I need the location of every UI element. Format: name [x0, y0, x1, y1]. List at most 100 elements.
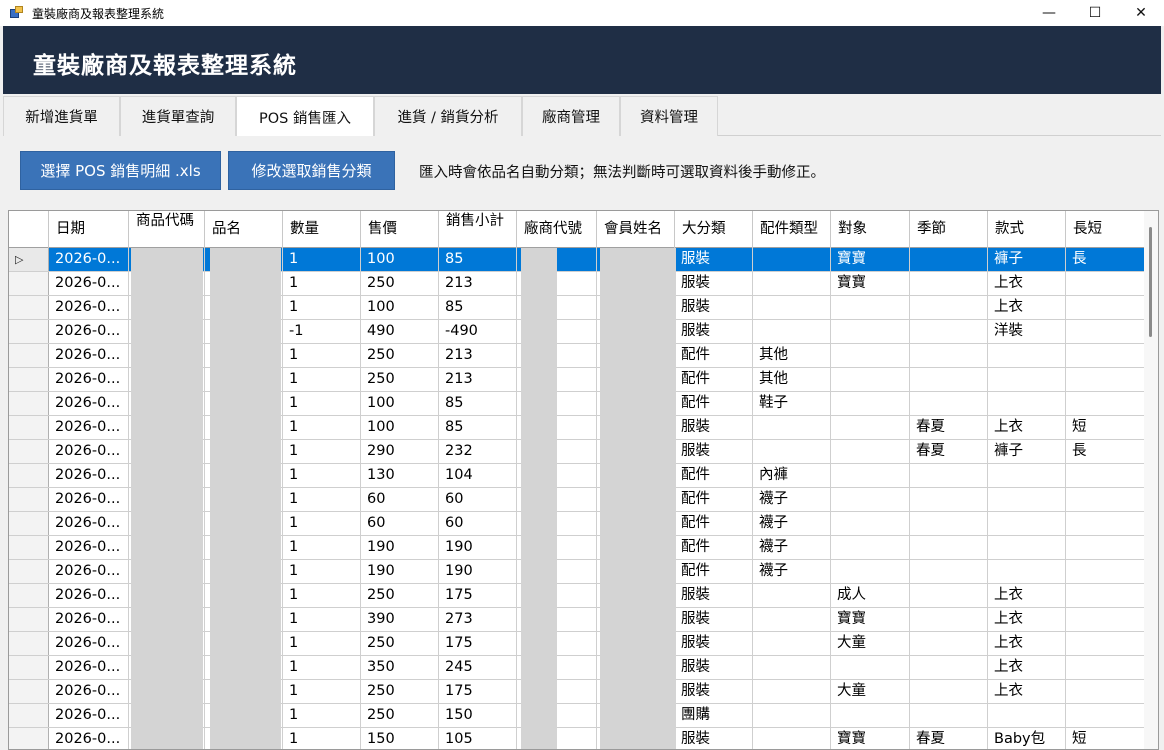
- column-header-price[interactable]: 售價: [361, 211, 439, 248]
- cell-price[interactable]: 250: [361, 272, 439, 295]
- cell-accessory-type[interactable]: 襪子: [753, 536, 831, 559]
- cell-length[interactable]: [1066, 680, 1145, 703]
- cell-date[interactable]: 2026-0...: [49, 536, 129, 559]
- cell-season[interactable]: [910, 584, 988, 607]
- vertical-scrollbar[interactable]: [1144, 211, 1158, 749]
- cell-main-category[interactable]: 配件: [675, 560, 753, 583]
- cell-main-category[interactable]: 服裝: [675, 416, 753, 439]
- row-header[interactable]: [9, 344, 49, 367]
- cell-main-category[interactable]: 服裝: [675, 632, 753, 655]
- cell-date[interactable]: 2026-0...: [49, 464, 129, 487]
- row-header[interactable]: [9, 320, 49, 343]
- cell-target[interactable]: [831, 536, 910, 559]
- cell-quantity[interactable]: 1: [283, 608, 361, 631]
- cell-price[interactable]: 130: [361, 464, 439, 487]
- cell-target[interactable]: [831, 464, 910, 487]
- cell-accessory-type[interactable]: 襪子: [753, 512, 831, 535]
- cell-length[interactable]: [1066, 584, 1145, 607]
- cell-style[interactable]: 上衣: [988, 680, 1066, 703]
- cell-main-category[interactable]: 服裝: [675, 296, 753, 319]
- cell-quantity[interactable]: 1: [283, 536, 361, 559]
- cell-style[interactable]: 褲子: [988, 440, 1066, 463]
- cell-style[interactable]: [988, 344, 1066, 367]
- cell-target[interactable]: [831, 488, 910, 511]
- row-header[interactable]: [9, 464, 49, 487]
- cell-quantity[interactable]: 1: [283, 512, 361, 535]
- cell-target[interactable]: 寶寶: [831, 248, 910, 271]
- cell-date[interactable]: 2026-0...: [49, 656, 129, 679]
- cell-price[interactable]: 100: [361, 416, 439, 439]
- cell-target[interactable]: [831, 344, 910, 367]
- cell-main-category[interactable]: 配件: [675, 464, 753, 487]
- cell-date[interactable]: 2026-0...: [49, 272, 129, 295]
- cell-price[interactable]: 190: [361, 560, 439, 583]
- cell-main-category[interactable]: 配件: [675, 344, 753, 367]
- cell-quantity[interactable]: 1: [283, 656, 361, 679]
- cell-subtotal[interactable]: -490: [439, 320, 517, 343]
- cell-quantity[interactable]: 1: [283, 296, 361, 319]
- cell-subtotal[interactable]: 273: [439, 608, 517, 631]
- tab-new-purchase-order[interactable]: 新增進貨單: [3, 96, 120, 136]
- cell-main-category[interactable]: 配件: [675, 368, 753, 391]
- cell-date[interactable]: 2026-0...: [49, 320, 129, 343]
- cell-subtotal[interactable]: 190: [439, 536, 517, 559]
- cell-season[interactable]: [910, 320, 988, 343]
- cell-target[interactable]: [831, 440, 910, 463]
- cell-subtotal[interactable]: 85: [439, 392, 517, 415]
- cell-target[interactable]: 成人: [831, 584, 910, 607]
- cell-accessory-type[interactable]: [753, 680, 831, 703]
- cell-target[interactable]: [831, 704, 910, 727]
- cell-price[interactable]: 250: [361, 680, 439, 703]
- cell-season[interactable]: [910, 608, 988, 631]
- cell-quantity[interactable]: 1: [283, 272, 361, 295]
- cell-accessory-type[interactable]: 其他: [753, 344, 831, 367]
- tab-vendor-management[interactable]: 廠商管理: [522, 96, 620, 136]
- cell-accessory-type[interactable]: [753, 704, 831, 727]
- cell-main-category[interactable]: 服裝: [675, 680, 753, 703]
- cell-season[interactable]: [910, 488, 988, 511]
- cell-length[interactable]: [1066, 392, 1145, 415]
- cell-length[interactable]: 短: [1066, 416, 1145, 439]
- cell-style[interactable]: 上衣: [988, 656, 1066, 679]
- cell-price[interactable]: 100: [361, 392, 439, 415]
- cell-length[interactable]: [1066, 296, 1145, 319]
- cell-season[interactable]: [910, 512, 988, 535]
- cell-season[interactable]: [910, 248, 988, 271]
- column-header-style[interactable]: 款式: [988, 211, 1066, 248]
- cell-subtotal[interactable]: 213: [439, 368, 517, 391]
- cell-season[interactable]: [910, 272, 988, 295]
- cell-accessory-type[interactable]: 襪子: [753, 560, 831, 583]
- cell-length[interactable]: 長: [1066, 440, 1145, 463]
- row-header[interactable]: [9, 560, 49, 583]
- sales-data-grid[interactable]: 日期 商品代碼 品名 數量 售價 銷售小計 廠商代號 會員姓名 大分類 配件類型 對象 季節 款式 長短 …: [8, 210, 1159, 750]
- cell-season[interactable]: [910, 704, 988, 727]
- cell-quantity[interactable]: 1: [283, 248, 361, 271]
- cell-length[interactable]: [1066, 368, 1145, 391]
- cell-main-category[interactable]: 服裝: [675, 248, 753, 271]
- cell-accessory-type[interactable]: [753, 248, 831, 271]
- column-header-accessory-type[interactable]: 配件類型: [753, 211, 831, 248]
- cell-style[interactable]: 上衣: [988, 632, 1066, 655]
- cell-accessory-type[interactable]: [753, 296, 831, 319]
- cell-season[interactable]: [910, 296, 988, 319]
- cell-date[interactable]: 2026-0...: [49, 584, 129, 607]
- cell-subtotal[interactable]: 190: [439, 560, 517, 583]
- cell-price[interactable]: 250: [361, 368, 439, 391]
- cell-main-category[interactable]: 服裝: [675, 728, 753, 749]
- cell-quantity[interactable]: 1: [283, 392, 361, 415]
- cell-accessory-type[interactable]: [753, 632, 831, 655]
- cell-accessory-type[interactable]: [753, 656, 831, 679]
- cell-quantity[interactable]: 1: [283, 680, 361, 703]
- cell-date[interactable]: 2026-0...: [49, 632, 129, 655]
- column-header-member-name[interactable]: 會員姓名: [597, 211, 675, 248]
- cell-quantity[interactable]: 1: [283, 488, 361, 511]
- cell-price[interactable]: 350: [361, 656, 439, 679]
- cell-date[interactable]: 2026-0...: [49, 488, 129, 511]
- cell-style[interactable]: [988, 488, 1066, 511]
- cell-subtotal[interactable]: 213: [439, 272, 517, 295]
- row-header[interactable]: [9, 392, 49, 415]
- row-header[interactable]: [9, 680, 49, 703]
- cell-date[interactable]: 2026-0...: [49, 296, 129, 319]
- cell-date[interactable]: 2026-0...: [49, 344, 129, 367]
- cell-date[interactable]: 2026-0...: [49, 680, 129, 703]
